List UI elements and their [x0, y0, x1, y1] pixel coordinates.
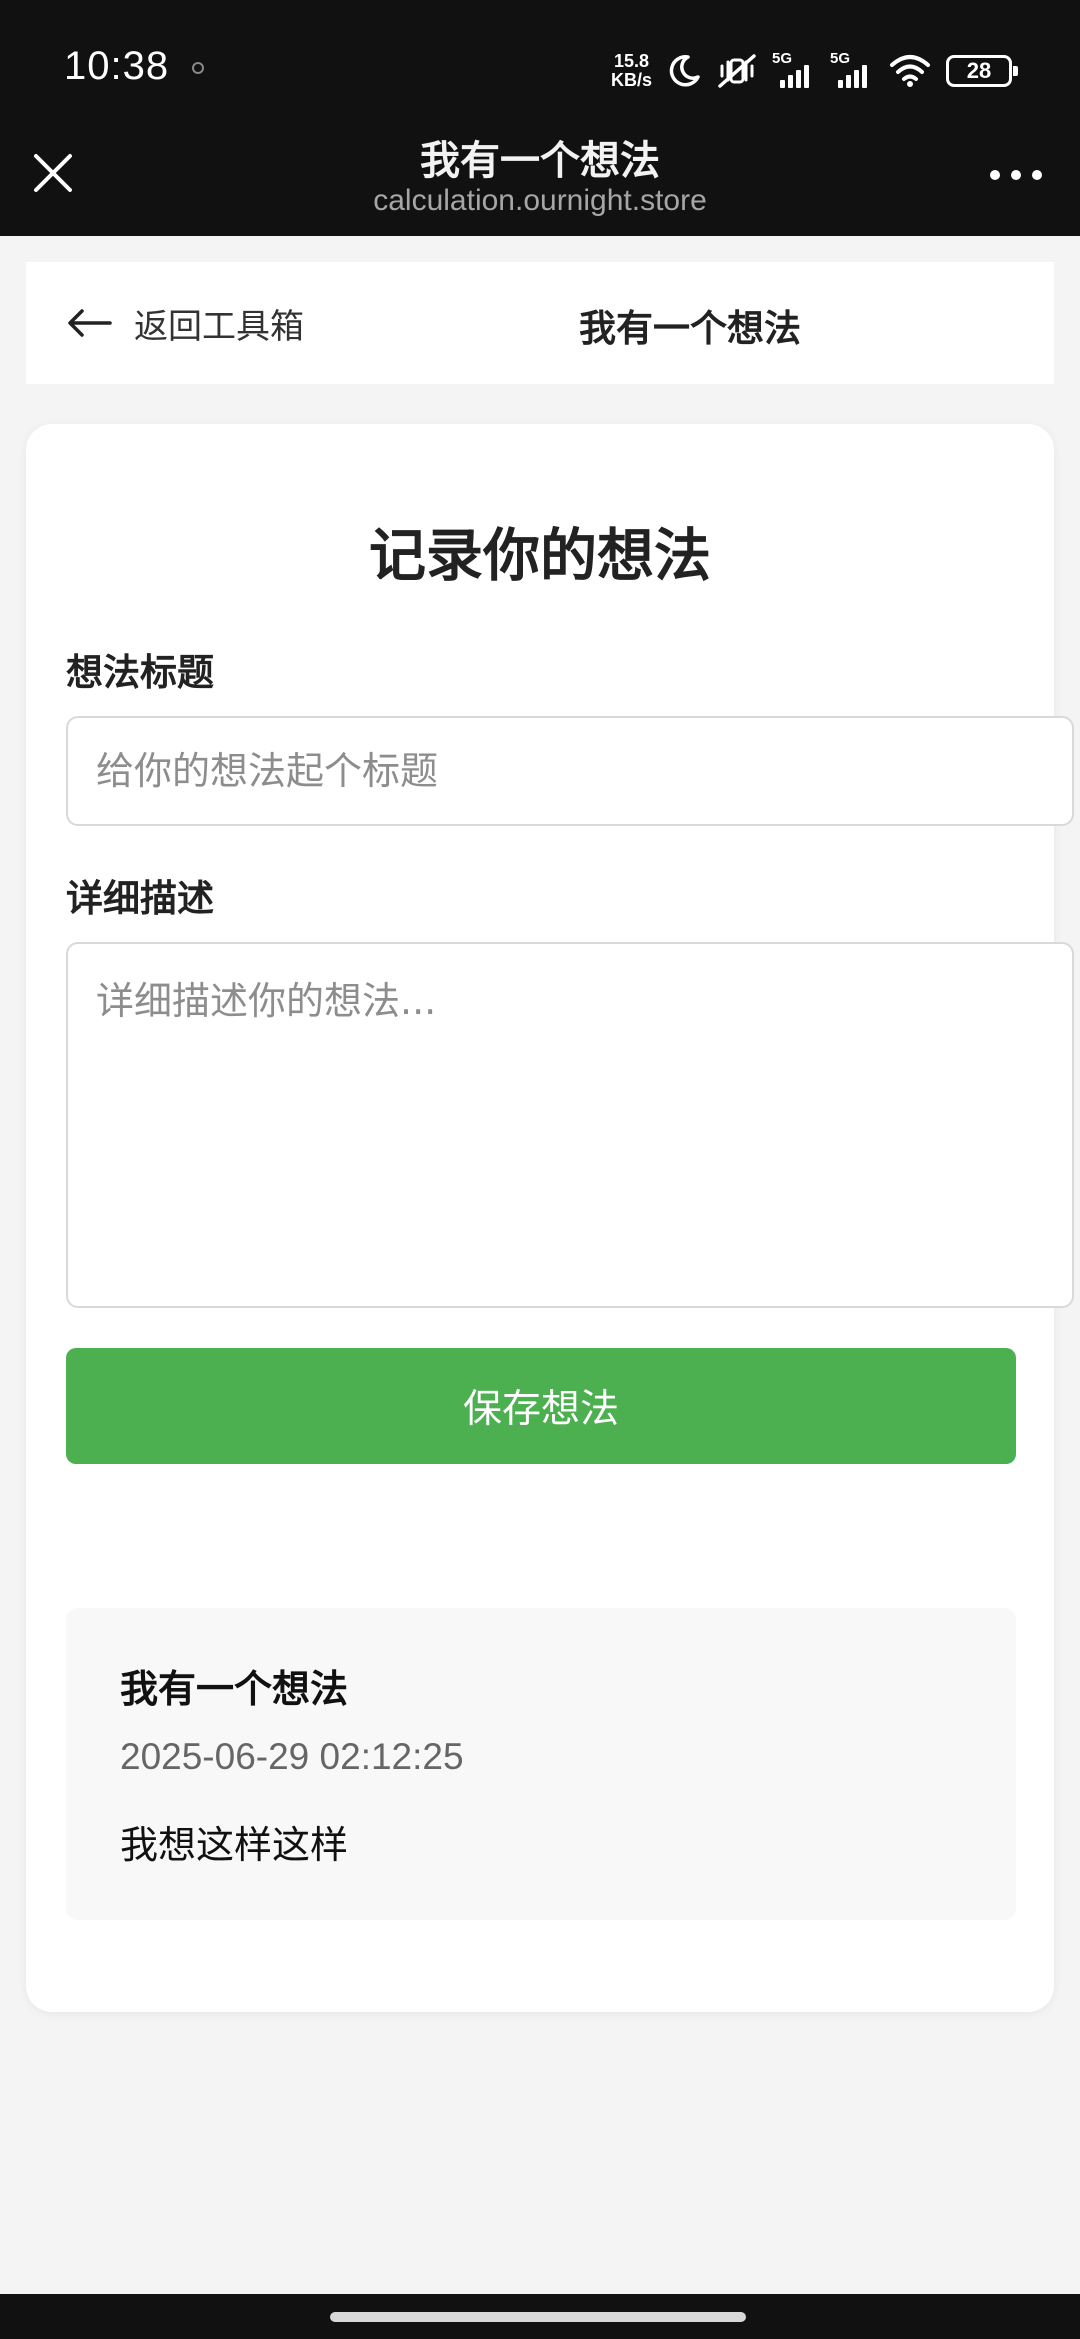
browser-page-title: 我有一个想法 — [420, 138, 660, 184]
notification-icon — [192, 62, 204, 74]
network-speed: 15.8 KB/s — [611, 52, 652, 90]
idea-list-item[interactable]: 我有一个想法 2025-06-29 02:12:25 我想这样这样 — [66, 1608, 1016, 1920]
mute-vibrate-icon — [718, 54, 756, 88]
status-bar: 10:38 15.8 KB/s 5G 5G 28 — [0, 0, 1080, 118]
signal-2-label: 5G — [830, 50, 851, 67]
back-link-label: 返回工具箱 — [134, 306, 304, 347]
browser-url: calculation.ournight.store — [373, 184, 707, 217]
idea-title: 我有一个想法 — [120, 1667, 349, 1711]
back-to-toolbox-link[interactable]: 返回工具箱 — [66, 300, 304, 347]
network-speed-value: 15.8 — [613, 51, 650, 71]
idea-card: 记录你的想法 想法标题 详细描述 保存想法 我有一个想法 2025-06-29 … — [26, 424, 1074, 2012]
idea-description-textarea[interactable] — [66, 942, 1074, 1308]
battery-level: 28 — [966, 58, 992, 83]
status-icons: 15.8 KB/s 5G 5G 28 — [611, 48, 1018, 94]
idea-timestamp: 2025-06-29 02:12:25 — [120, 1736, 464, 1777]
moon-icon — [669, 55, 700, 87]
idea-title-input[interactable] — [66, 716, 1074, 826]
signal-icon: 5G — [830, 50, 874, 88]
signal-icon: 5G — [772, 50, 816, 88]
more-options-icon[interactable] — [990, 168, 1042, 182]
signal-1-label: 5G — [772, 50, 793, 67]
save-idea-button[interactable]: 保存想法 — [66, 1348, 1016, 1464]
arrow-left-icon — [68, 309, 112, 337]
battery-icon: 28 — [946, 55, 1018, 87]
status-time: 10:38 — [64, 44, 170, 88]
network-speed-unit: KB/s — [610, 70, 652, 90]
title-field-label: 想法标题 — [66, 651, 214, 694]
wifi-icon — [890, 55, 930, 87]
description-field-label: 详细描述 — [66, 877, 214, 920]
idea-description: 我想这样这样 — [120, 1823, 349, 1867]
home-indicator[interactable] — [330, 2312, 746, 2322]
page-header: 返回工具箱 我有一个想法 — [26, 262, 1054, 384]
page-title: 我有一个想法 — [579, 307, 801, 350]
form-heading: 记录你的想法 — [369, 523, 711, 589]
browser-toolbar: 我有一个想法 calculation.ournight.store — [0, 118, 1080, 236]
